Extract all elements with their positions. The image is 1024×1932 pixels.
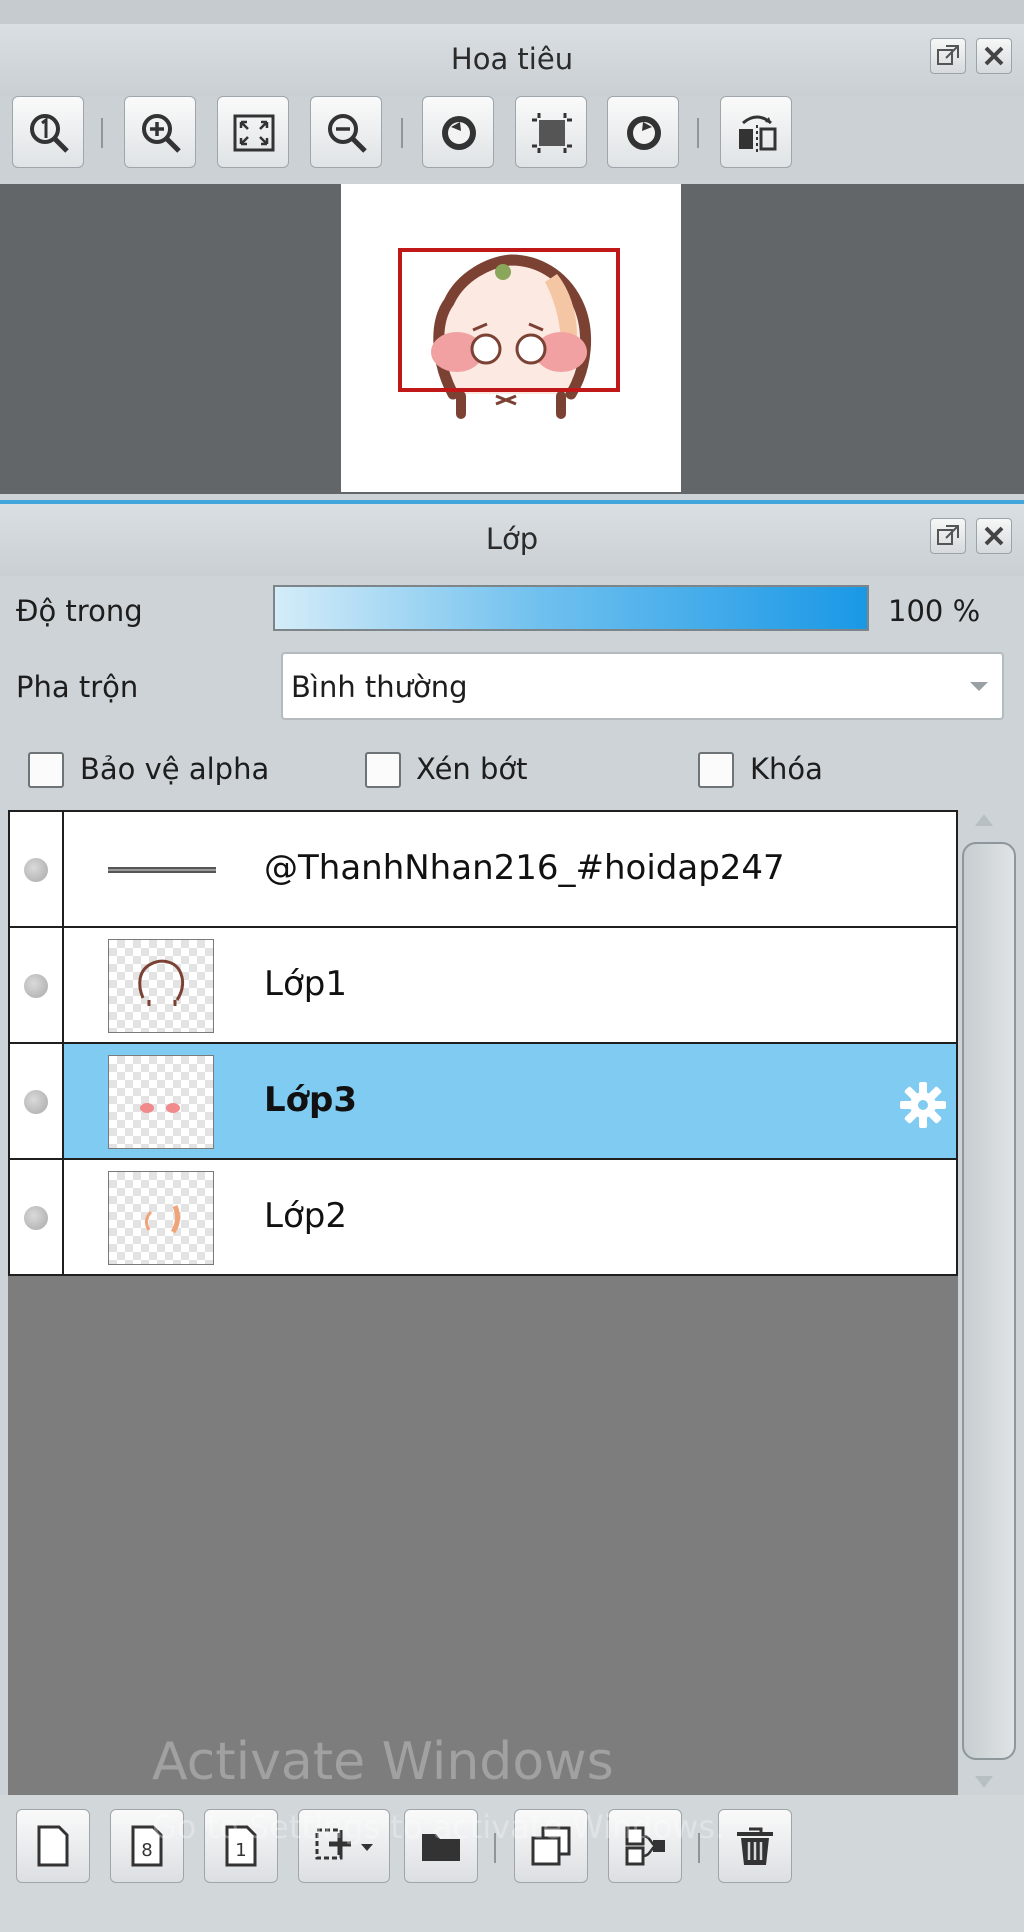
visibility-toggle[interactable] [10, 928, 64, 1042]
rotate-left-icon[interactable] [422, 96, 494, 168]
visibility-toggle[interactable] [10, 1044, 64, 1158]
layers-titlebar: Lớp [0, 504, 1024, 576]
visibility-toggle[interactable] [10, 1160, 64, 1274]
gear-icon[interactable] [898, 1080, 948, 1134]
clipping-checkbox[interactable] [365, 752, 401, 788]
scroll-up-icon[interactable] [975, 814, 993, 826]
reset-view-icon[interactable] [515, 96, 587, 168]
navigator-title: Hoa tiêu [450, 42, 574, 76]
blend-mode-label: Pha trộn [16, 670, 139, 704]
new-layer-icon[interactable] [16, 1809, 90, 1883]
undock-icon[interactable] [930, 38, 966, 74]
opacity-label: Độ trong [16, 594, 143, 628]
lock-checkbox[interactable] [698, 752, 734, 788]
lock-label: Khóa [750, 752, 823, 786]
layer-name: Lớp3 [264, 1080, 358, 1120]
activation-watermark-title: Activate Windows [152, 1732, 614, 1792]
visibility-dot-icon [24, 1206, 48, 1230]
layer-list: @ThanhNhan216_#hoidap247 Lớp1 Lớp3 Lớp2 [8, 810, 958, 1795]
clipping-label: Xén bớt [416, 752, 528, 786]
delete-layer-icon[interactable] [718, 1809, 792, 1883]
navigator-toolbar [0, 96, 1024, 180]
close-icon[interactable] [976, 38, 1012, 74]
zoom-actual-size-icon[interactable] [12, 96, 84, 168]
layers-title: Lớp [485, 522, 539, 556]
zoom-in-icon[interactable] [124, 96, 196, 168]
layer-name: Lớp1 [264, 964, 347, 1004]
blend-mode-select[interactable]: Bình thường [281, 652, 1004, 720]
activation-watermark-subtitle: Go to Settings to activate Windows. [152, 1808, 726, 1846]
layer-thumbnail [108, 1171, 214, 1265]
layer-name: Lớp2 [264, 1196, 347, 1236]
layer-thumbnail [108, 1055, 214, 1149]
visibility-dot-icon [24, 1090, 48, 1114]
layer-row-selected[interactable]: Lớp3 [8, 1042, 958, 1160]
rotate-right-icon[interactable] [607, 96, 679, 168]
toolbar-separator [101, 118, 103, 148]
navigator-view-frame[interactable] [398, 248, 620, 392]
navigator-preview[interactable] [0, 184, 1024, 494]
visibility-dot-icon [24, 974, 48, 998]
navigator-titlebar: Hoa tiêu [0, 24, 1024, 96]
opacity-slider[interactable] [273, 585, 869, 631]
fit-window-icon[interactable] [217, 96, 289, 168]
undock-icon[interactable] [930, 518, 966, 554]
panel-top-edge [0, 0, 1024, 27]
scroll-down-icon[interactable] [975, 1776, 993, 1788]
scrollbar-thumb[interactable] [962, 842, 1016, 1760]
layer-row[interactable]: @ThanhNhan216_#hoidap247 [8, 810, 958, 928]
blend-mode-value: Bình thường [291, 670, 468, 704]
zoom-out-icon[interactable] [310, 96, 382, 168]
alpha-protect-label: Bảo vệ alpha [80, 752, 270, 786]
layer-thumbnail [108, 867, 216, 873]
layer-thumbnail [108, 939, 214, 1033]
alpha-protect-checkbox[interactable] [28, 752, 64, 788]
visibility-dot-icon [24, 858, 48, 882]
close-icon[interactable] [976, 518, 1012, 554]
opacity-value: 100 % [888, 594, 981, 628]
toolbar-separator [401, 118, 403, 148]
layer-list-scrollbar[interactable] [958, 810, 1024, 1795]
layer-row[interactable]: Lớp1 [8, 926, 958, 1044]
layer-row[interactable]: Lớp2 [8, 1158, 958, 1276]
layer-name: @ThanhNhan216_#hoidap247 [264, 848, 785, 888]
chevron-down-icon [970, 682, 988, 691]
flip-horizontal-icon[interactable] [720, 96, 792, 168]
visibility-toggle[interactable] [10, 812, 64, 926]
toolbar-separator [697, 118, 699, 148]
svg-text:8: 8 [141, 1840, 152, 1861]
navigator-canvas [341, 184, 681, 492]
